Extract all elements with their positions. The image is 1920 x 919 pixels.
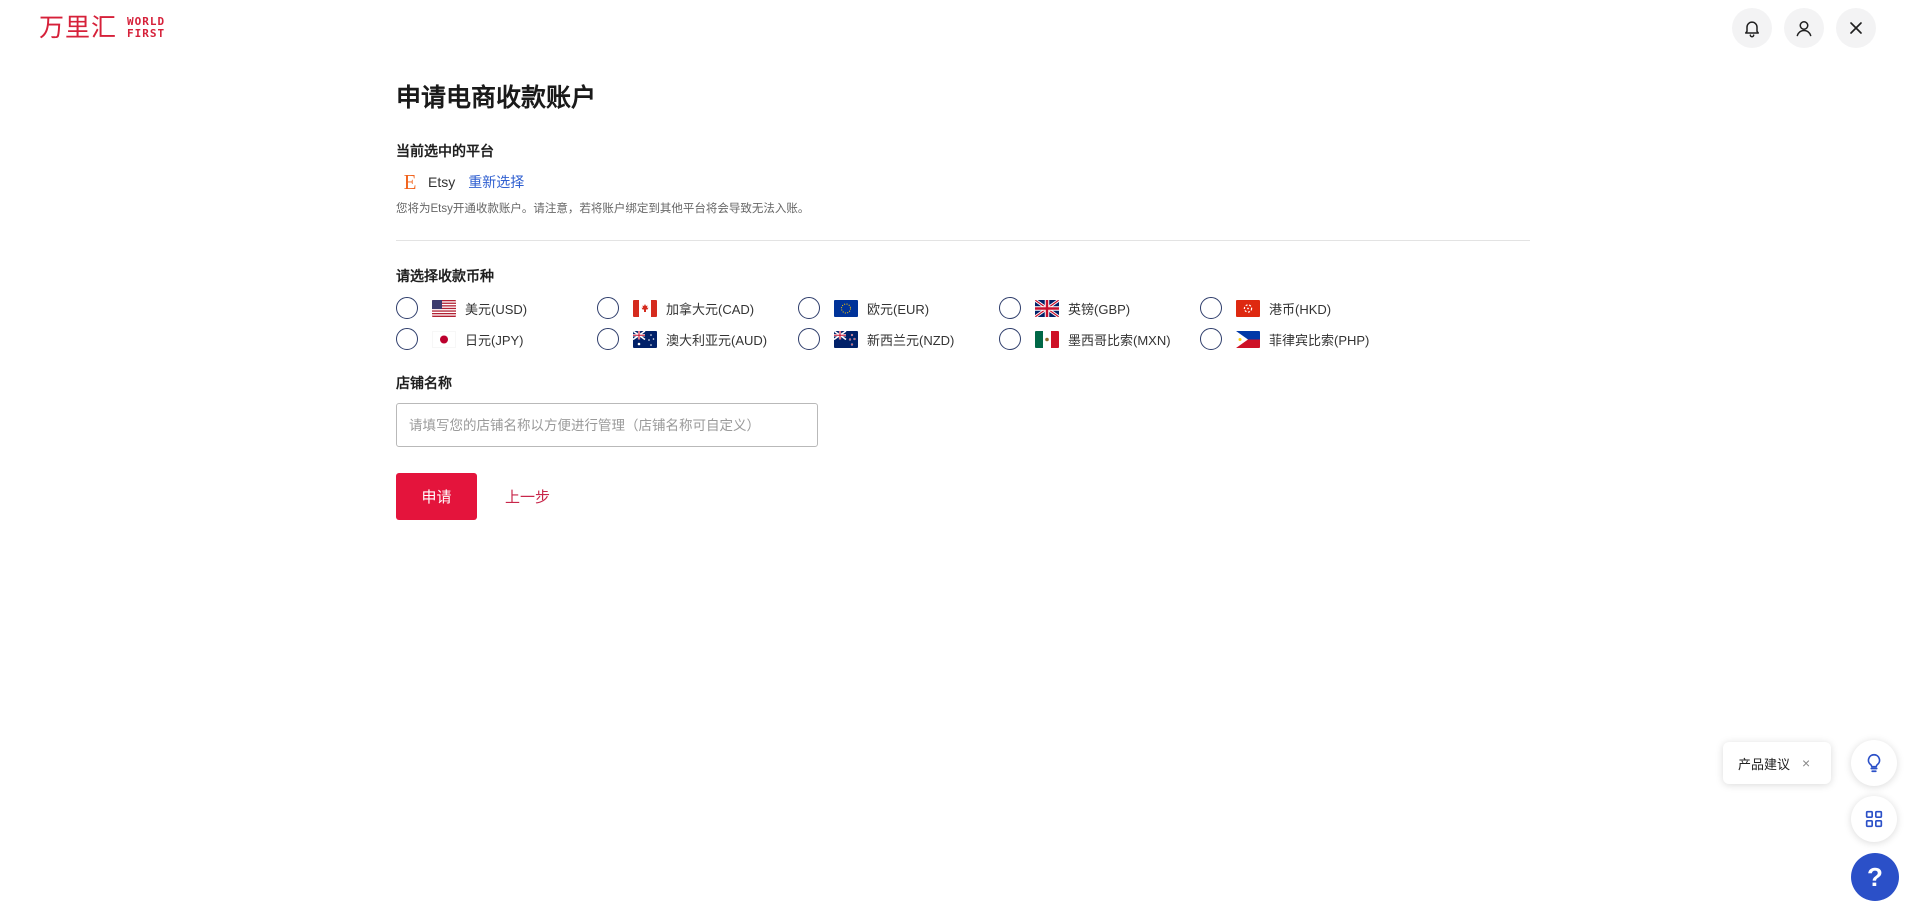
suggestion-close-icon[interactable]: × — [1802, 755, 1810, 771]
currency-option-jpy[interactable]: 日元(JPY) — [396, 328, 597, 350]
world-first-logo[interactable]: 万里汇 WORLD FIRST — [39, 14, 165, 42]
suggestion-label: 产品建议 — [1738, 756, 1791, 772]
platform-note: 您将为Etsy开通收款账户。请注意，若将账户绑定到其他平台将会导致无法入账。 — [396, 203, 810, 215]
user-icon — [1796, 21, 1812, 37]
currency-option-hkd[interactable]: 港币(HKD) — [1200, 297, 1401, 319]
divider — [396, 240, 1530, 241]
close-button[interactable] — [1836, 8, 1876, 48]
store-name-input[interactable] — [396, 403, 818, 447]
bell-icon — [1745, 21, 1759, 38]
notifications-button[interactable] — [1732, 8, 1772, 48]
currency-label: 墨西哥比索(MXN) — [1068, 332, 1171, 348]
radio-button[interactable] — [999, 297, 1021, 319]
previous-step-link[interactable]: 上一步 — [505, 486, 550, 507]
grid-icon — [1865, 810, 1883, 828]
currency-label: 美元(USD) — [465, 301, 528, 317]
currency-option-php[interactable]: 菲律宾比索(PHP) — [1200, 328, 1401, 350]
header-actions — [1732, 8, 1876, 48]
radio-button[interactable] — [999, 328, 1021, 350]
currency-label: 港币(HKD) — [1269, 301, 1332, 317]
philippines-flag-icon — [1236, 330, 1260, 348]
currency-option-gbp[interactable]: 英镑(GBP) — [999, 297, 1200, 319]
currency-option-nzd[interactable]: 新西兰元(NZD) — [798, 328, 999, 350]
currency-option-mxn[interactable]: 墨西哥比索(MXN) — [999, 328, 1200, 350]
australia-flag-icon — [633, 330, 657, 348]
form-actions: 申请 上一步 — [396, 473, 1530, 520]
currency-label: 加拿大元(CAD) — [666, 301, 755, 317]
lightbulb-icon — [1867, 753, 1881, 773]
radio-button[interactable] — [798, 328, 820, 350]
currency-section-label: 请选择收款币种 — [396, 268, 494, 284]
product-suggestion-tooltip[interactable]: 产品建议 × — [1723, 742, 1831, 784]
uk-flag-icon — [1035, 299, 1059, 317]
platform-name: Etsy — [428, 174, 456, 190]
currency-label: 新西兰元(NZD) — [867, 332, 955, 348]
logo-english-line2: FIRST — [127, 27, 166, 40]
account-button[interactable] — [1784, 8, 1824, 48]
etsy-logo-icon: E — [403, 170, 417, 194]
radio-button[interactable] — [798, 297, 820, 319]
logo-chinese-text: 万里汇 — [39, 13, 118, 42]
new-zealand-flag-icon — [834, 330, 858, 348]
us-flag-icon — [432, 299, 456, 317]
eu-flag-icon — [834, 299, 858, 317]
radio-button[interactable] — [1200, 328, 1222, 350]
help-button[interactable]: ? — [1851, 853, 1899, 901]
mexico-flag-icon — [1035, 330, 1059, 348]
radio-button[interactable] — [396, 297, 418, 319]
currency-option-aud[interactable]: 澳大利亚元(AUD) — [597, 328, 798, 350]
canada-flag-icon — [633, 299, 657, 317]
logo-english-text: WORLD FIRST — [127, 16, 165, 40]
selected-platform: E Etsy 重新选择 — [396, 170, 1530, 194]
hong-kong-flag-icon — [1236, 299, 1260, 317]
currency-label: 澳大利亚元(AUD) — [666, 332, 768, 348]
page-title: 申请电商收款账户 — [396, 84, 597, 112]
radio-button[interactable] — [1200, 297, 1222, 319]
reselect-platform-link[interactable]: 重新选择 — [468, 172, 524, 192]
store-name-label: 店铺名称 — [396, 375, 452, 391]
currency-option-usd[interactable]: 美元(USD) — [396, 297, 597, 319]
currency-label: 菲律宾比索(PHP) — [1269, 332, 1370, 348]
close-icon — [1850, 22, 1862, 34]
currency-label: 欧元(EUR) — [867, 301, 930, 317]
radio-button[interactable] — [597, 297, 619, 319]
currency-label: 英镑(GBP) — [1068, 301, 1131, 317]
platform-section-label: 当前选中的平台 — [396, 143, 494, 159]
apps-button[interactable] — [1851, 796, 1897, 842]
japan-flag-icon — [432, 330, 456, 348]
application-form: 申请电商收款账户 当前选中的平台 E Etsy 重新选择 您将为Etsy开通收款… — [396, 82, 1530, 520]
radio-button[interactable] — [597, 328, 619, 350]
radio-button[interactable] — [396, 328, 418, 350]
currency-option-eur[interactable]: 欧元(EUR) — [798, 297, 999, 319]
apply-button[interactable]: 申请 — [396, 473, 477, 520]
currency-options: 美元(USD) 加拿大元(CAD) 欧元(EUR) 英镑(GBP) 港币(HKD… — [396, 297, 1530, 350]
currency-option-cad[interactable]: 加拿大元(CAD) — [597, 297, 798, 319]
suggestion-button[interactable] — [1851, 740, 1897, 786]
currency-label: 日元(JPY) — [465, 332, 524, 348]
